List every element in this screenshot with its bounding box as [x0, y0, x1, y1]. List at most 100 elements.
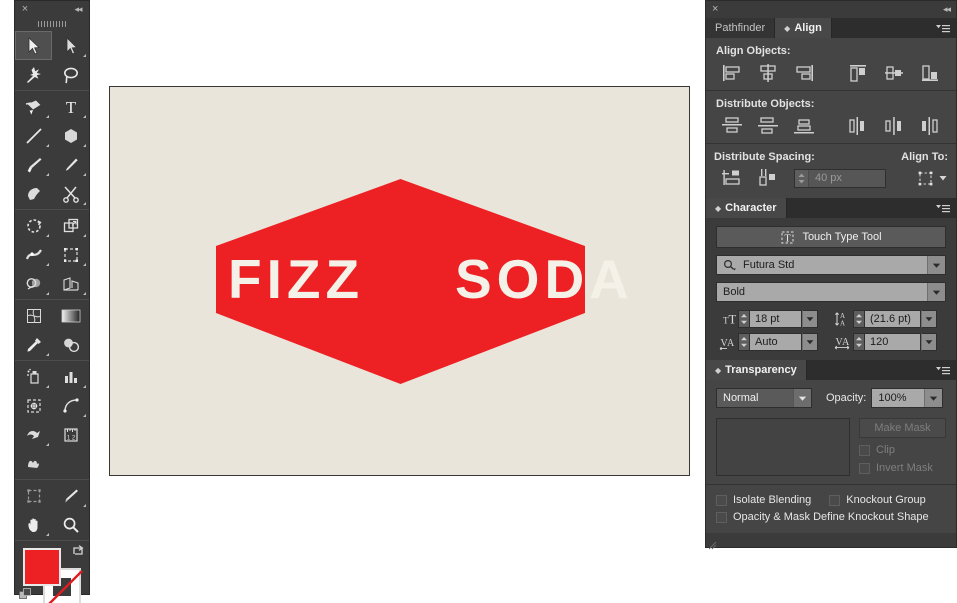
close-icon[interactable]: × [20, 4, 30, 15]
isolate-blending-row[interactable]: Isolate Blending [716, 494, 811, 506]
tracking-stepper[interactable] [853, 333, 865, 351]
crop-artboard-tool[interactable] [15, 481, 52, 510]
chevron-down-icon[interactable] [924, 389, 943, 407]
horizontal-distribute-center-button[interactable] [876, 115, 912, 137]
logo-text-left[interactable]: FIZZ [228, 248, 364, 310]
isolate-blending-checkbox[interactable] [716, 494, 727, 506]
default-fill-stroke-icon[interactable] [19, 588, 33, 602]
eyedropper-tool[interactable] [15, 330, 52, 359]
drag-grip[interactable] [15, 17, 89, 31]
print-tiling-tool[interactable] [15, 449, 52, 478]
rotate-tool[interactable] [15, 211, 52, 240]
font-family-select[interactable]: Futura Std [716, 255, 946, 275]
font-size-input[interactable]: 18 pt [750, 310, 802, 328]
chevron-down-icon[interactable] [921, 333, 937, 351]
column-graph-tool[interactable] [52, 362, 89, 391]
shape-builder-tool[interactable] [15, 269, 52, 298]
free-transform-tool[interactable] [52, 240, 89, 269]
invert-mask-checkbox-row[interactable]: Invert Mask [859, 462, 946, 474]
fizz-soda-logo[interactable]: FIZZ SODA [110, 87, 691, 477]
kerning-field[interactable]: VA Auto [716, 333, 831, 351]
tab-transparency[interactable]: ◆ Transparency [706, 360, 807, 380]
tracking-input[interactable]: 120 [865, 333, 921, 351]
horizontal-align-right-button[interactable] [786, 62, 822, 84]
leading-stepper[interactable] [853, 310, 865, 328]
eraser-scissors-tool[interactable] [52, 179, 89, 208]
chevron-down-icon[interactable] [793, 389, 811, 407]
magic-wand-tool[interactable] [15, 60, 52, 89]
knife-tool[interactable] [52, 481, 89, 510]
slice-tool[interactable] [52, 391, 89, 420]
symbol-sprayer-tool[interactable] [15, 362, 52, 391]
spacing-stepper[interactable] [795, 169, 809, 187]
vertical-align-top-button[interactable] [840, 62, 876, 84]
blend-mode-select[interactable]: Normal [716, 388, 812, 408]
panel-menu-icon[interactable] [936, 22, 950, 33]
blob-brush-tool[interactable] [15, 179, 52, 208]
opacity-input[interactable]: 100% [871, 388, 944, 408]
chevron-down-icon[interactable] [802, 310, 818, 328]
collapse-icon[interactable]: ◂◂ [71, 4, 85, 14]
chevron-down-icon[interactable] [921, 310, 937, 328]
vertical-distribute-center-button[interactable] [750, 115, 786, 137]
pencil-tool[interactable] [52, 150, 89, 179]
document-canvas[interactable]: FIZZ SODA [90, 0, 705, 603]
leading-input[interactable]: (21.6 pt) [865, 310, 921, 328]
lasso-tool[interactable] [52, 60, 89, 89]
line-segment-tool[interactable] [15, 121, 52, 150]
direct-selection-tool[interactable] [52, 31, 89, 60]
horizontal-distribute-space-button[interactable] [750, 167, 786, 189]
chevron-down-icon[interactable] [802, 333, 818, 351]
resize-grip[interactable] [708, 537, 717, 550]
perspective-grid-tool[interactable] [52, 269, 89, 298]
swap-fill-stroke-icon[interactable] [71, 544, 85, 558]
font-style-select[interactable]: Bold [716, 282, 946, 302]
measure-tool[interactable]: 1 2 [52, 420, 89, 449]
kerning-input[interactable]: Auto [750, 333, 802, 351]
make-mask-button[interactable]: Make Mask [859, 418, 946, 438]
zoom-tool[interactable] [52, 510, 89, 539]
vertical-distribute-space-button[interactable] [714, 167, 750, 189]
knockout-group-row[interactable]: Knockout Group [829, 494, 926, 506]
opacity-mask-knockout-checkbox[interactable] [716, 511, 727, 523]
vertical-distribute-top-button[interactable] [714, 115, 750, 137]
blend-tool[interactable] [52, 330, 89, 359]
mesh-tool[interactable] [15, 301, 52, 330]
chevron-down-icon[interactable] [927, 256, 945, 274]
spacing-input[interactable]: 40 px [794, 168, 886, 188]
type-tool[interactable]: T [52, 92, 89, 121]
scale-tool[interactable] [52, 211, 89, 240]
font-size-stepper[interactable] [738, 310, 750, 328]
align-to-selection-button[interactable] [917, 170, 948, 187]
artboard-tool[interactable] [15, 391, 52, 420]
tab-align[interactable]: ◆ Align [775, 18, 832, 38]
horizontal-align-center-button[interactable] [750, 62, 786, 84]
hand-tool[interactable] [15, 510, 52, 539]
fill-color-swatch[interactable] [23, 548, 61, 586]
close-icon[interactable]: × [712, 3, 718, 15]
perspective-selection-tool[interactable] [15, 420, 52, 449]
shape-tool[interactable] [52, 121, 89, 150]
clip-checkbox-row[interactable]: Clip [859, 444, 946, 456]
horizontal-distribute-right-button[interactable] [912, 115, 948, 137]
panel-menu-icon[interactable] [936, 364, 950, 375]
mask-thumbnail[interactable] [716, 418, 850, 476]
chevron-down-icon[interactable] [927, 283, 945, 301]
artboard[interactable]: FIZZ SODA [109, 86, 690, 476]
font-size-field[interactable]: TT 18 pt [716, 310, 831, 328]
vertical-distribute-bottom-button[interactable] [786, 115, 822, 137]
clip-checkbox[interactable] [859, 444, 870, 456]
invert-mask-checkbox[interactable] [859, 462, 870, 474]
vertical-align-bottom-button[interactable] [912, 62, 948, 84]
selection-tool[interactable] [15, 31, 52, 60]
tab-character[interactable]: ◆ Character [706, 198, 787, 218]
horizontal-distribute-left-button[interactable] [840, 115, 876, 137]
tab-pathfinder[interactable]: Pathfinder [706, 18, 776, 38]
knockout-group-checkbox[interactable] [829, 494, 841, 506]
width-tool[interactable] [15, 240, 52, 269]
leading-field[interactable]: AA (21.6 pt) [831, 310, 946, 328]
gradient-tool[interactable] [52, 301, 89, 330]
opacity-mask-knockout-row[interactable]: Opacity & Mask Define Knockout Shape [716, 511, 946, 523]
horizontal-align-left-button[interactable] [714, 62, 750, 84]
panel-menu-icon[interactable] [936, 202, 950, 213]
